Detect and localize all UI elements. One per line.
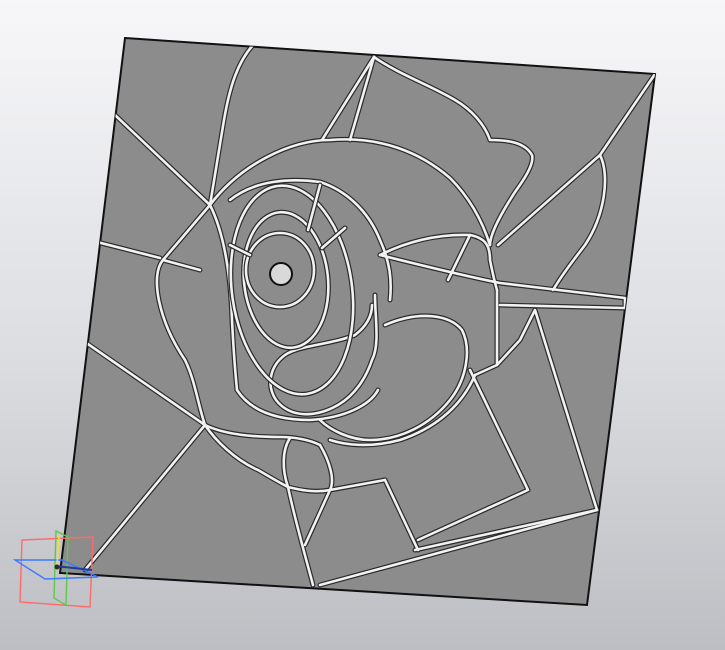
3d-viewport[interactable] xyxy=(0,0,725,650)
pupil-hole xyxy=(269,262,293,286)
model-scene[interactable] xyxy=(0,0,725,650)
